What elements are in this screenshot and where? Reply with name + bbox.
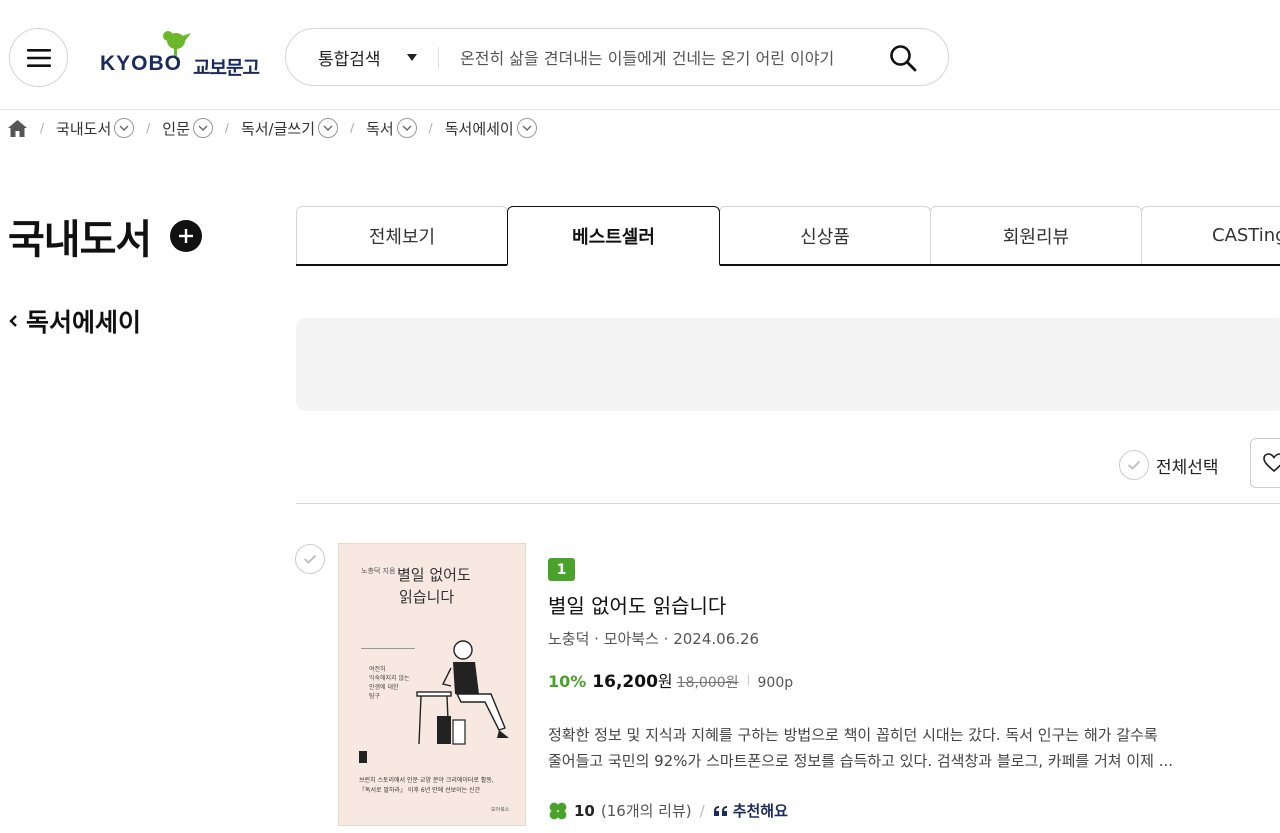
search-button[interactable] <box>886 41 920 75</box>
breadcrumb: / 국내도서 / 인문 / 독서/글쓰기 / 독서 / 독서에세이 <box>8 116 537 140</box>
chevron-down-icon[interactable] <box>192 118 213 138</box>
tab-bestseller[interactable]: 베스트셀러 <box>507 206 720 266</box>
tab-new[interactable]: 신상품 <box>719 206 931 264</box>
logo-text: KYOBO <box>100 52 183 75</box>
search-category-select[interactable]: 통합검색 <box>318 45 381 70</box>
breadcrumb-label: 인문 <box>162 119 190 138</box>
check-icon <box>295 544 325 574</box>
plus-icon <box>179 229 193 243</box>
site-header: KYOBO 교보문고 통합검색 <box>0 0 1280 110</box>
chevron-down-icon[interactable] <box>318 118 339 138</box>
description-line: 줄어들고 국민의 92%가 스마트폰으로 정보를 습득하고 있다. 검색창과 블… <box>548 752 1174 770</box>
subcategory-label: 독서에세이 <box>26 308 142 337</box>
chevron-down-icon[interactable] <box>114 118 135 138</box>
hamburger-menu-button[interactable] <box>9 28 68 87</box>
cover-author: 노충덕 지음 <box>361 567 396 575</box>
product-meta: 노충덕 · 모아북스 · 2024.06.26 <box>548 630 760 648</box>
select-all-label: 전체선택 <box>1156 457 1219 478</box>
product-checkbox[interactable] <box>295 544 325 574</box>
breadcrumb-item-reading-writing[interactable]: 독서/글쓰기 <box>240 118 339 139</box>
review-separator: / <box>699 801 705 820</box>
subcategory-back-link[interactable]: 독서에세이 <box>8 303 141 339</box>
chevron-down-icon[interactable] <box>396 118 417 138</box>
breadcrumb-separator: / <box>40 121 45 135</box>
breadcrumb-label: 독서에세이 <box>444 119 514 138</box>
cover-blurb-line: 브런치 스토리에서 인문·교양 분야 크리에이터로 활동, <box>359 777 494 784</box>
list-divider <box>296 503 1280 504</box>
cover-publisher-mark <box>359 751 367 763</box>
original-price: 18,000원 <box>676 675 739 691</box>
chevron-down-icon[interactable] <box>516 118 537 138</box>
breadcrumb-item-reading-essay[interactable]: 독서에세이 <box>445 118 537 139</box>
product-title-link[interactable]: 별일 없어도 읽습니다 <box>548 590 726 619</box>
product-description: 정확한 정보 및 지식과 지혜를 구하는 방법으로 책이 꼽히던 시대는 갔다.… <box>548 722 1238 774</box>
cover-rule <box>361 648 415 649</box>
tab-reviews[interactable]: 회원리뷰 <box>930 206 1142 264</box>
select-all-checkbox[interactable]: 전체선택 <box>1119 450 1219 480</box>
cover-blurb: 브런치 스토리에서 인문·교양 분야 크리에이터로 활동, 『독서로 말하라』 … <box>359 776 494 796</box>
breadcrumb-item-humanities[interactable]: 인문 <box>162 118 213 139</box>
cover-title: 별일 없어도 읽습니다 <box>397 564 471 608</box>
clover-icon <box>549 802 567 819</box>
caret-down-icon[interactable] <box>407 54 417 61</box>
breadcrumb-label: 국내도서 <box>56 119 112 138</box>
product-review-summary: 10 (16개의 리뷰) / 추천해요 <box>548 800 788 821</box>
cover-illustration <box>416 640 509 745</box>
wishlist-button[interactable] <box>1250 438 1280 488</box>
page-count: 900p <box>757 675 794 691</box>
breadcrumb-item-domestic[interactable]: 국내도서 <box>56 118 135 139</box>
kyobo-logo[interactable]: KYOBO 교보문고 <box>100 30 260 80</box>
price-divider <box>747 674 749 686</box>
category-expand-button[interactable] <box>170 220 202 252</box>
product-price: 10% 16,200 원 18,000원 900p <box>548 668 793 692</box>
cover-blurb-line: 『독서로 말하라』 이후 6년 만에 선보이는 신간 <box>359 787 481 794</box>
search-input[interactable] <box>460 41 878 75</box>
search-box: 통합검색 <box>285 28 949 86</box>
sale-price: 16,200 <box>592 672 658 692</box>
category-title: 국내도서 <box>8 217 152 263</box>
cover-title-line: 별일 없어도 <box>397 566 471 584</box>
review-score: 10 <box>574 801 595 820</box>
search-divider <box>438 47 439 69</box>
search-icon <box>890 45 917 72</box>
discount-rate: 10% <box>548 672 587 691</box>
breadcrumb-separator: / <box>146 121 151 135</box>
review-count-link[interactable]: (16개의 리뷰) <box>601 800 692 821</box>
breadcrumb-separator: / <box>428 121 433 135</box>
breadcrumb-label: 독서/글쓰기 <box>240 119 316 138</box>
home-icon <box>8 119 27 137</box>
cover-publisher: 모아북스 <box>491 807 510 813</box>
heart-icon <box>1263 453 1280 473</box>
check-icon <box>1119 450 1149 480</box>
breadcrumb-label: 독서 <box>366 119 394 138</box>
breadcrumb-separator: / <box>350 121 355 135</box>
breadcrumb-separator: / <box>224 121 229 135</box>
cover-title-line: 읽습니다 <box>399 588 455 606</box>
logo-text-korean: 교보문고 <box>193 57 260 79</box>
breadcrumb-home[interactable] <box>8 118 28 138</box>
description-line: 정확한 정보 및 지식과 지혜를 구하는 방법으로 책이 꼽히던 시대는 갔다.… <box>548 726 1158 744</box>
hamburger-icon <box>26 48 51 67</box>
promo-banner-area <box>296 318 1280 411</box>
rank-badge: 1 <box>548 558 575 581</box>
recommend-label[interactable]: 추천해요 <box>733 800 788 821</box>
tab-casting[interactable]: CASTing <box>1141 206 1280 264</box>
breadcrumb-item-reading[interactable]: 독서 <box>366 118 417 139</box>
tab-all[interactable]: 전체보기 <box>296 206 508 264</box>
chevron-left-icon <box>9 315 17 327</box>
book-cover-image[interactable]: 노충덕 지음 별일 없어도 읽습니다 여전히 익숙해지지 않는 인생에 대한 탐… <box>338 543 526 826</box>
quote-icon <box>713 805 727 816</box>
price-unit: 원 <box>657 672 673 691</box>
product-tabs: 전체보기 베스트셀러 신상품 회원리뷰 CASTing <box>296 206 1280 266</box>
